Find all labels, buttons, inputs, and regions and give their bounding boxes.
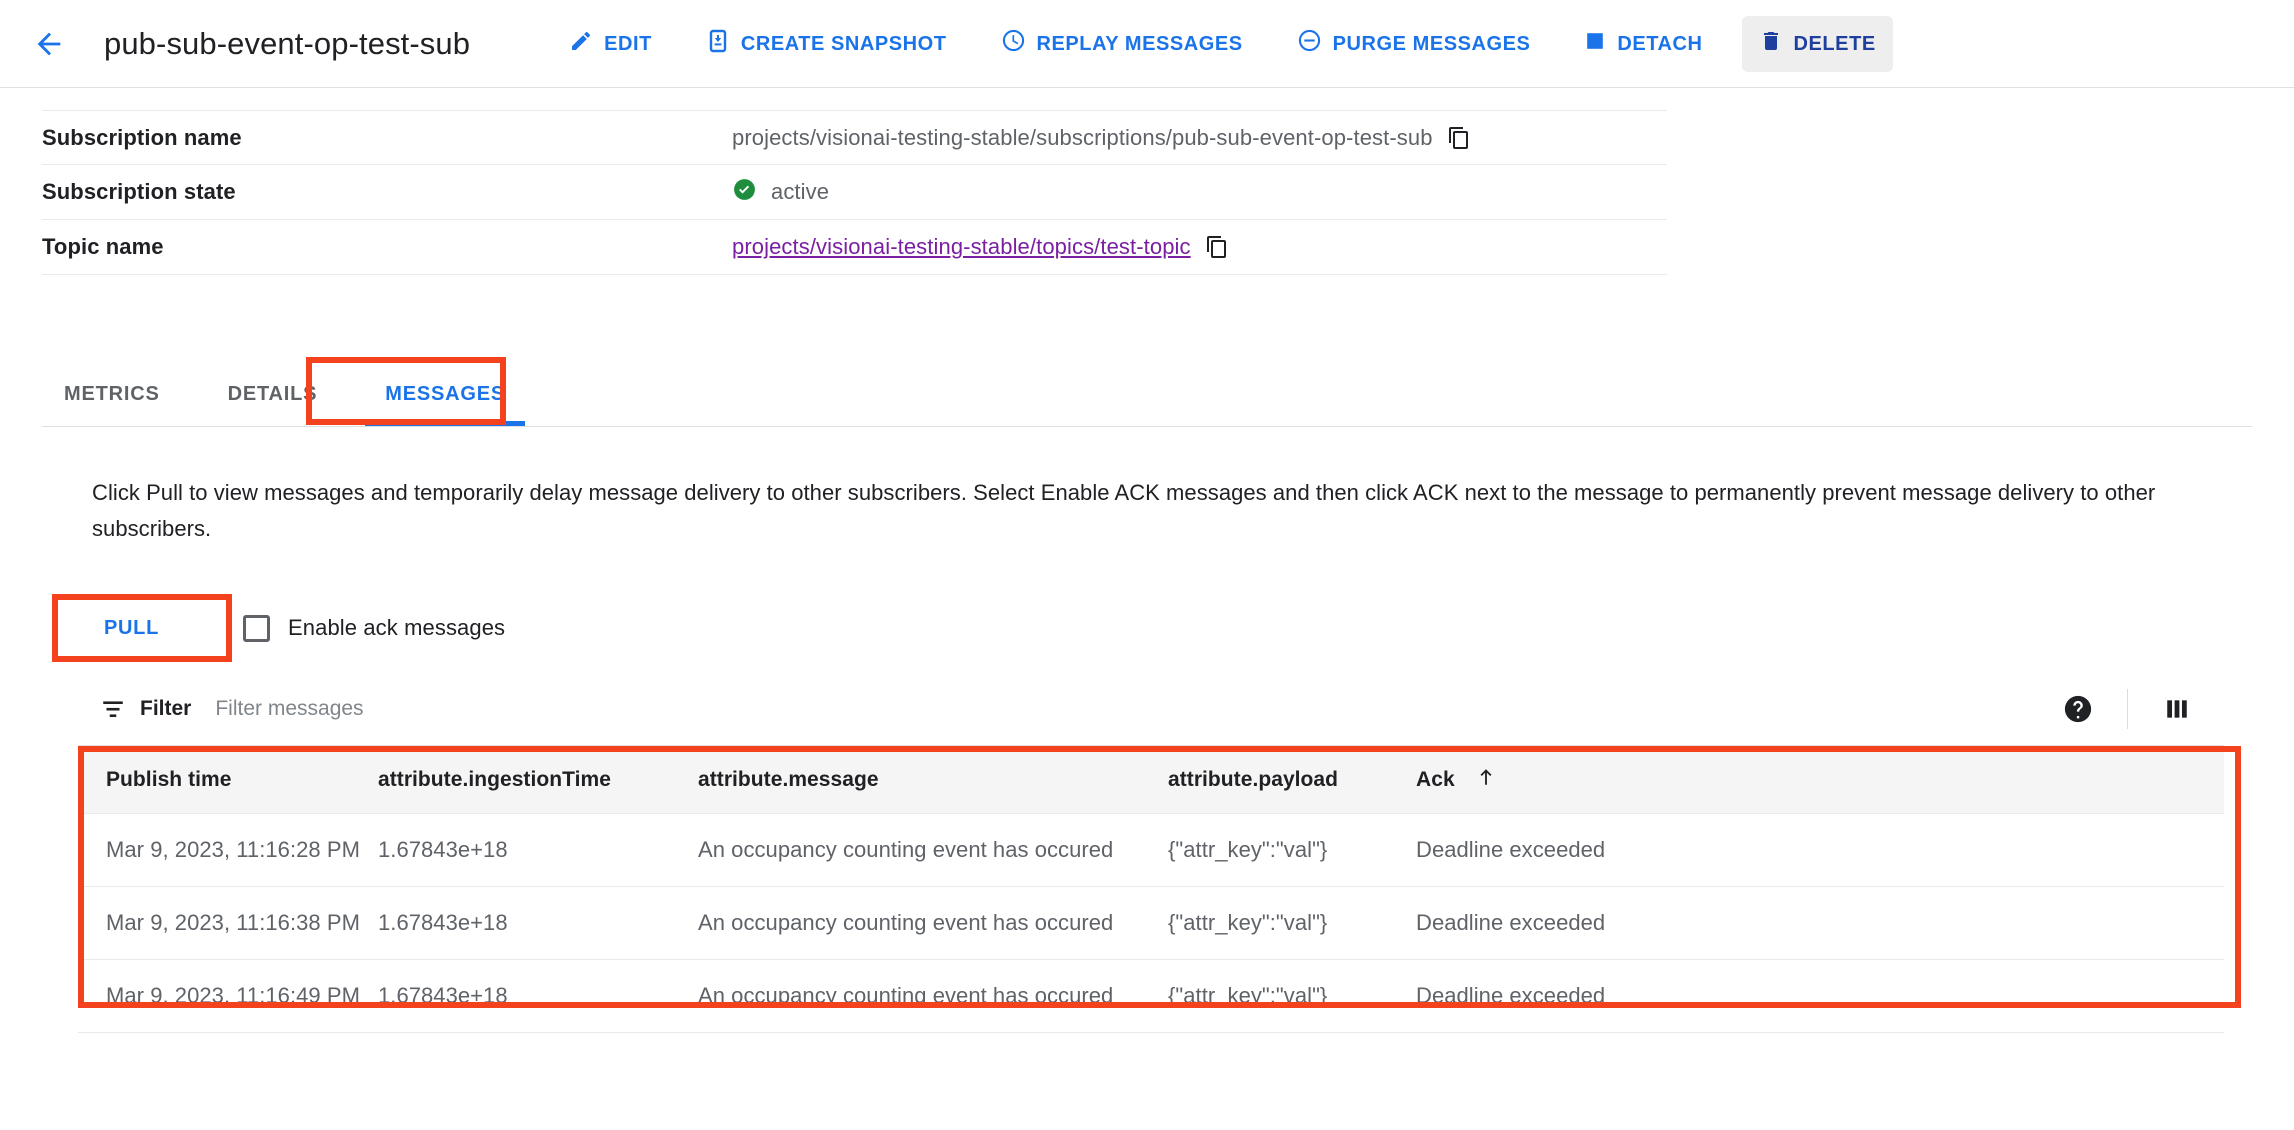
back-button[interactable] — [26, 21, 72, 67]
table-row[interactable]: Mar 9, 2023, 11:16:28 PM 1.67843e+18 An … — [78, 813, 2224, 888]
action-toolbar: EDIT CREATE SNAPSHOT REPLAY MESSAGES PUR… — [552, 15, 2274, 72]
tab-messages[interactable]: MESSAGES — [351, 383, 539, 426]
purge-messages-button[interactable]: PURGE MESSAGES — [1280, 16, 1548, 72]
cell-ingestion-time: 1.67843e+18 — [378, 813, 698, 888]
cell-payload: {"attr_key":"val"} — [1168, 959, 1416, 1034]
replay-messages-button-label: REPLAY MESSAGES — [1036, 32, 1243, 55]
enable-ack-messages-checkbox[interactable] — [243, 614, 271, 642]
sort-ascending-icon[interactable] — [1475, 766, 1497, 794]
purge-messages-button-label: PURGE MESSAGES — [1332, 32, 1531, 55]
table-header-row: Publish time attribute.ingestionTime att… — [78, 746, 2224, 815]
cell-message: An occupancy counting event has occured — [698, 886, 1168, 961]
create-snapshot-button[interactable]: CREATE SNAPSHOT — [689, 16, 964, 72]
status-badge: active — [732, 177, 829, 208]
filter-bar-actions — [2051, 682, 2204, 736]
cell-ingestion-time: 1.67843e+18 — [378, 959, 698, 1034]
detach-button[interactable]: DETACH — [1567, 16, 1719, 72]
messages-description: Click Pull to view messages and temporar… — [92, 480, 2156, 541]
column-header-ack[interactable]: Ack — [1416, 746, 2224, 815]
pull-button[interactable]: PULL — [78, 603, 185, 654]
tab-bar: METRICS DETAILS MESSAGES — [42, 365, 2252, 427]
page-toolbar: pub-sub-event-op-test-sub EDIT CREATE SN… — [0, 0, 2294, 88]
cell-message: An occupancy counting event has occured — [698, 813, 1168, 888]
table-row-filler — [78, 1033, 2224, 1063]
copy-icon[interactable] — [1447, 126, 1471, 150]
column-header-publish-time[interactable]: Publish time — [78, 746, 378, 815]
column-header-message[interactable]: attribute.message — [698, 746, 1168, 815]
toolbar-divider — [2127, 688, 2128, 729]
info-row-subscription-name: Subscription name projects/visionai-test… — [42, 110, 1667, 165]
filter-bar: Filter — [78, 672, 2224, 747]
delete-button-label: DELETE — [1793, 32, 1876, 55]
table-row[interactable]: Mar 9, 2023, 11:16:38 PM 1.67843e+18 An … — [78, 886, 2224, 961]
info-key: Subscription name — [42, 124, 242, 150]
cell-ingestion-time: 1.67843e+18 — [378, 886, 698, 961]
column-header-label: Ack — [1416, 768, 1455, 792]
check-circle-icon — [732, 177, 757, 208]
arrow-left-icon — [32, 27, 66, 61]
column-header-label: attribute.ingestionTime — [378, 768, 611, 792]
column-header-payload[interactable]: attribute.payload — [1168, 746, 1416, 815]
info-row-subscription-state: Subscription state active — [42, 165, 1667, 220]
messages-table: Publish time attribute.ingestionTime att… — [78, 746, 2224, 1063]
minus-circle-icon — [1297, 28, 1322, 59]
filter-icon[interactable] — [100, 696, 126, 722]
enable-ack-messages-label: Enable ack messages — [288, 615, 506, 641]
columns-icon[interactable] — [2150, 682, 2204, 736]
edit-button[interactable]: EDIT — [552, 16, 669, 72]
info-value: projects/visionai-testing-stable/subscri… — [732, 125, 1471, 151]
filter-label: Filter — [140, 696, 192, 720]
enable-ack-messages-checkbox-row[interactable]: Enable ack messages — [243, 614, 506, 642]
edit-button-label: EDIT — [604, 32, 652, 55]
pull-controls: PULL Enable ack messages — [52, 594, 2294, 663]
clock-icon — [1001, 28, 1026, 59]
tab-bar-wrapper: METRICS DETAILS MESSAGES — [42, 357, 2252, 427]
help-icon[interactable] — [2051, 682, 2105, 736]
info-row-topic-name: Topic name projects/visionai-testing-sta… — [42, 220, 1667, 275]
page-title: pub-sub-event-op-test-sub — [104, 25, 471, 61]
subscription-state-value: active — [771, 179, 830, 204]
info-value: active — [732, 177, 829, 208]
create-snapshot-button-label: CREATE SNAPSHOT — [740, 32, 947, 55]
column-header-ingestion-time[interactable]: attribute.ingestionTime — [378, 746, 698, 815]
messages-table-card: Filter Publish time — [78, 672, 2241, 1063]
cell-publish-time: Mar 9, 2023, 11:16:49 PM — [78, 959, 378, 1034]
detach-button-label: DETACH — [1617, 32, 1703, 55]
copy-icon[interactable] — [1205, 235, 1229, 259]
snapshot-icon — [706, 29, 730, 59]
cell-message: An occupancy counting event has occured — [698, 959, 1168, 1034]
tab-details[interactable]: DETAILS — [194, 383, 352, 426]
trash-icon — [1759, 29, 1783, 59]
cell-ack: Deadline exceeded — [1416, 959, 2224, 1034]
tab-metrics[interactable]: METRICS — [42, 383, 194, 426]
column-header-label: Publish time — [106, 768, 232, 792]
info-key: Topic name — [42, 234, 164, 259]
cell-ack: Deadline exceeded — [1416, 813, 2224, 888]
messages-table-body: Mar 9, 2023, 11:16:28 PM 1.67843e+18 An … — [78, 813, 2224, 1063]
pencil-icon — [569, 29, 593, 59]
column-header-label: attribute.message — [698, 768, 879, 792]
cell-publish-time: Mar 9, 2023, 11:16:28 PM — [78, 813, 378, 888]
cell-publish-time: Mar 9, 2023, 11:16:38 PM — [78, 886, 378, 961]
cell-payload: {"attr_key":"val"} — [1168, 886, 1416, 961]
table-row[interactable]: Mar 9, 2023, 11:16:49 PM 1.67843e+18 An … — [78, 959, 2224, 1034]
delete-button[interactable]: DELETE — [1741, 15, 1893, 72]
subscription-name-value: projects/visionai-testing-stable/subscri… — [732, 124, 1433, 150]
square-icon — [1584, 30, 1606, 58]
replay-messages-button[interactable]: REPLAY MESSAGES — [984, 16, 1260, 72]
info-key: Subscription state — [42, 179, 236, 204]
info-value: projects/visionai-testing-stable/topics/… — [732, 234, 1229, 260]
cell-ack: Deadline exceeded — [1416, 886, 2224, 961]
topic-name-link[interactable]: projects/visionai-testing-stable/topics/… — [732, 234, 1191, 260]
messages-table-head: Publish time attribute.ingestionTime att… — [78, 746, 2224, 815]
cell-payload: {"attr_key":"val"} — [1168, 813, 1416, 888]
subscription-info-table: Subscription name projects/visionai-test… — [0, 88, 2294, 275]
column-header-label: attribute.payload — [1168, 768, 1339, 792]
filter-input[interactable] — [215, 696, 2051, 721]
